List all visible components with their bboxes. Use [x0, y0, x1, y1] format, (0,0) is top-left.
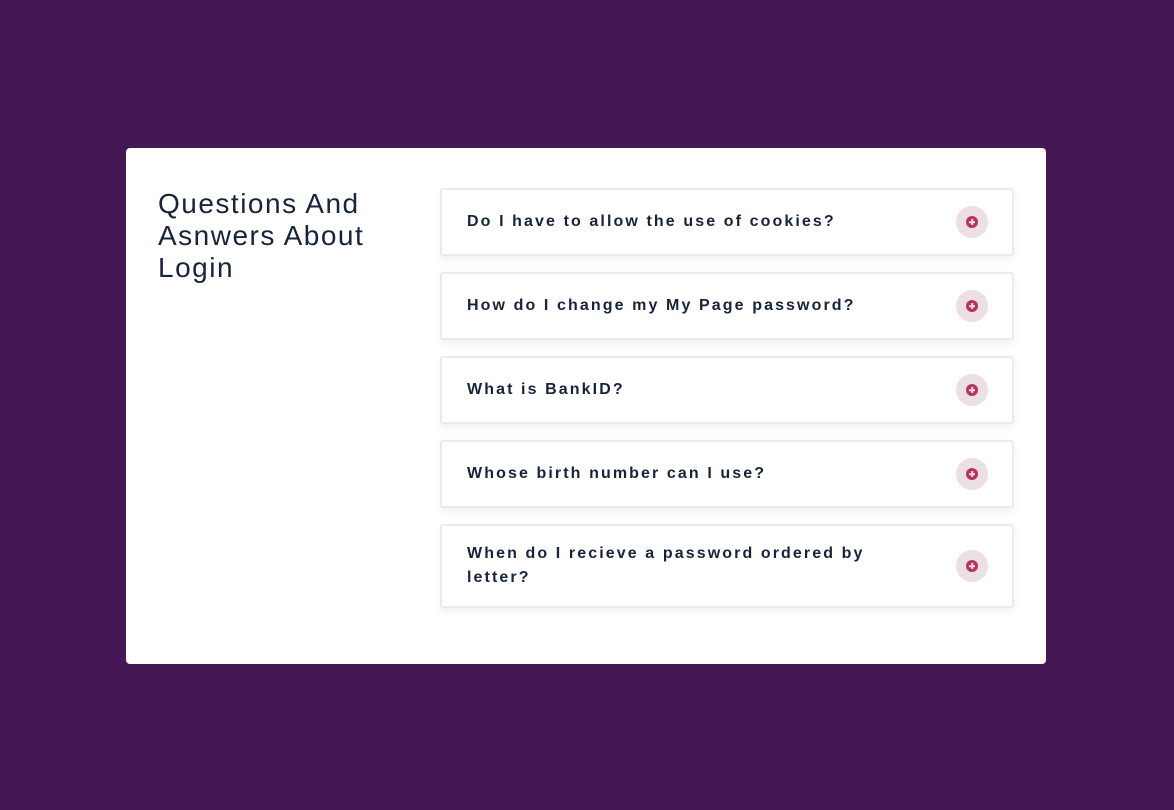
page-title: Questions And Asnwers About Login [158, 188, 365, 283]
expand-toggle-button[interactable] [956, 458, 988, 490]
faq-question: Whose birth number can I use? [467, 465, 767, 482]
faq-question: What is BankID? [467, 381, 625, 398]
expand-toggle-button[interactable] [956, 550, 988, 582]
expand-toggle-button[interactable] [956, 206, 988, 238]
faq-card: Questions And Asnwers About Login Do I h… [126, 148, 1046, 664]
faq-item-letter-password[interactable]: When do I recieve a password ordered by … [440, 524, 1014, 608]
plus-circle-icon [966, 384, 978, 396]
faq-question: When do I recieve a password ordered by … [467, 545, 865, 586]
plus-circle-icon [966, 216, 978, 228]
plus-circle-icon [966, 468, 978, 480]
plus-circle-icon [966, 560, 978, 572]
faq-question: Do I have to allow the use of cookies? [467, 213, 836, 230]
faq-item-birth-number[interactable]: Whose birth number can I use? [440, 440, 1014, 508]
faq-list: Do I have to allow the use of cookies? H… [440, 188, 1014, 624]
faq-item-password[interactable]: How do I change my My Page password? [440, 272, 1014, 340]
plus-circle-icon [966, 300, 978, 312]
faq-item-bankid[interactable]: What is BankID? [440, 356, 1014, 424]
faq-question: How do I change my My Page password? [467, 297, 856, 314]
expand-toggle-button[interactable] [956, 374, 988, 406]
expand-toggle-button[interactable] [956, 290, 988, 322]
faq-item-cookies[interactable]: Do I have to allow the use of cookies? [440, 188, 1014, 256]
